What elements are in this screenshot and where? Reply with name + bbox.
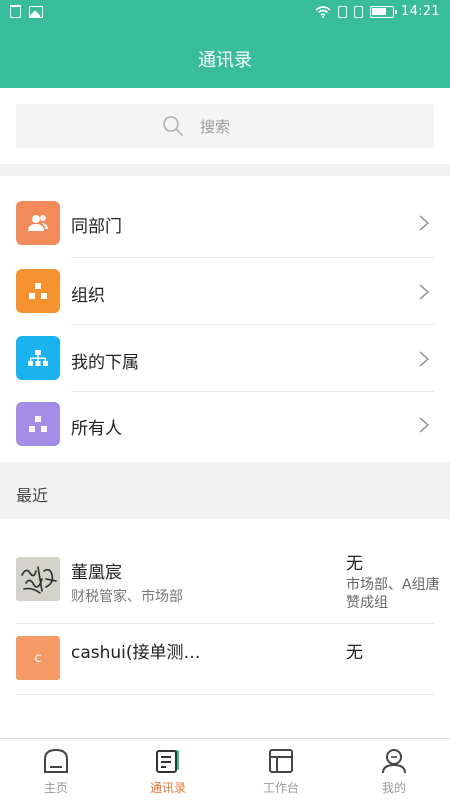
- section-divider: [0, 164, 450, 176]
- menu-item-my-subordinates[interactable]: 我的下属: [0, 325, 450, 392]
- nav-label: 通讯录: [149, 781, 186, 795]
- app-header: 通讯录: [0, 26, 450, 88]
- status-left: [10, 5, 43, 18]
- hierarchy-icon: [16, 336, 60, 380]
- contact-department: 市场部、A组唐赞成组: [346, 577, 440, 611]
- chevron-right-icon: [419, 417, 430, 433]
- image-icon: [29, 5, 43, 18]
- avatar: [16, 557, 60, 601]
- chevron-right-icon: [419, 284, 430, 300]
- avatar: c: [16, 636, 60, 680]
- wifi-icon: [315, 5, 331, 18]
- person-group-icon: [16, 201, 60, 245]
- battery-icon: [370, 5, 398, 18]
- profile-icon: [382, 749, 406, 774]
- status-time: 14:21: [401, 4, 440, 19]
- nav-label: 我的: [381, 781, 406, 795]
- search-placeholder: 搜索: [200, 118, 231, 136]
- menu-item-label: 所有人: [71, 419, 122, 439]
- contact-row[interactable]: c cashui(接单测… 无: [0, 624, 450, 695]
- contact-name: cashui(接单测…: [71, 643, 201, 663]
- nav-home[interactable]: 主页: [0, 739, 112, 800]
- contact-right-title: 无: [346, 643, 363, 663]
- chevron-right-icon: [419, 351, 430, 367]
- signature-image: [16, 557, 60, 601]
- bottom-nav: 主页 通讯录 工作台 我的: [0, 738, 450, 800]
- workbench-icon: [269, 749, 293, 773]
- search-icon: [163, 116, 183, 136]
- contact-row[interactable]: 董凰宸 财税管家、市场部 无 市场部、A组唐赞成组: [0, 543, 450, 623]
- menu-item-label: 组织: [71, 286, 105, 306]
- menu-item-label: 同部门: [71, 217, 122, 237]
- recent-section-header: 最近: [0, 462, 450, 519]
- nav-contacts[interactable]: 通讯录: [112, 739, 224, 800]
- menu-item-organization[interactable]: 组织: [0, 258, 450, 325]
- home-icon: [44, 748, 68, 773]
- contact-right-title: 无: [346, 554, 363, 574]
- search-input[interactable]: 搜索: [16, 104, 434, 148]
- status-bar: 14:21: [0, 0, 450, 26]
- nav-label: 工作台: [262, 781, 299, 795]
- search-section: 搜索: [0, 88, 450, 164]
- status-right: 14:21: [315, 4, 440, 19]
- menu-item-label: 我的下属: [71, 353, 139, 373]
- chevron-right-icon: [419, 215, 430, 231]
- menu-item-everyone[interactable]: 所有人: [0, 392, 450, 462]
- menu-item-same-department[interactable]: 同部门: [0, 176, 450, 258]
- recent-label: 最近: [16, 486, 49, 505]
- sim-icon: [354, 5, 364, 18]
- avatar-letter: c: [34, 650, 42, 666]
- trash-icon: [10, 5, 21, 18]
- contact-subtitle: 财税管家、市场部: [71, 589, 183, 605]
- page-title: 通讯录: [198, 50, 252, 71]
- org-tree-icon: [16, 269, 60, 313]
- contacts-icon: [156, 750, 179, 773]
- nav-workbench[interactable]: 工作台: [225, 739, 337, 800]
- org-tree-icon: [16, 402, 60, 446]
- contact-name: 董凰宸: [71, 563, 122, 583]
- sim-icon: [338, 5, 348, 18]
- divider: [16, 694, 434, 695]
- nav-label: 主页: [43, 781, 68, 795]
- nav-profile[interactable]: 我的: [338, 739, 450, 800]
